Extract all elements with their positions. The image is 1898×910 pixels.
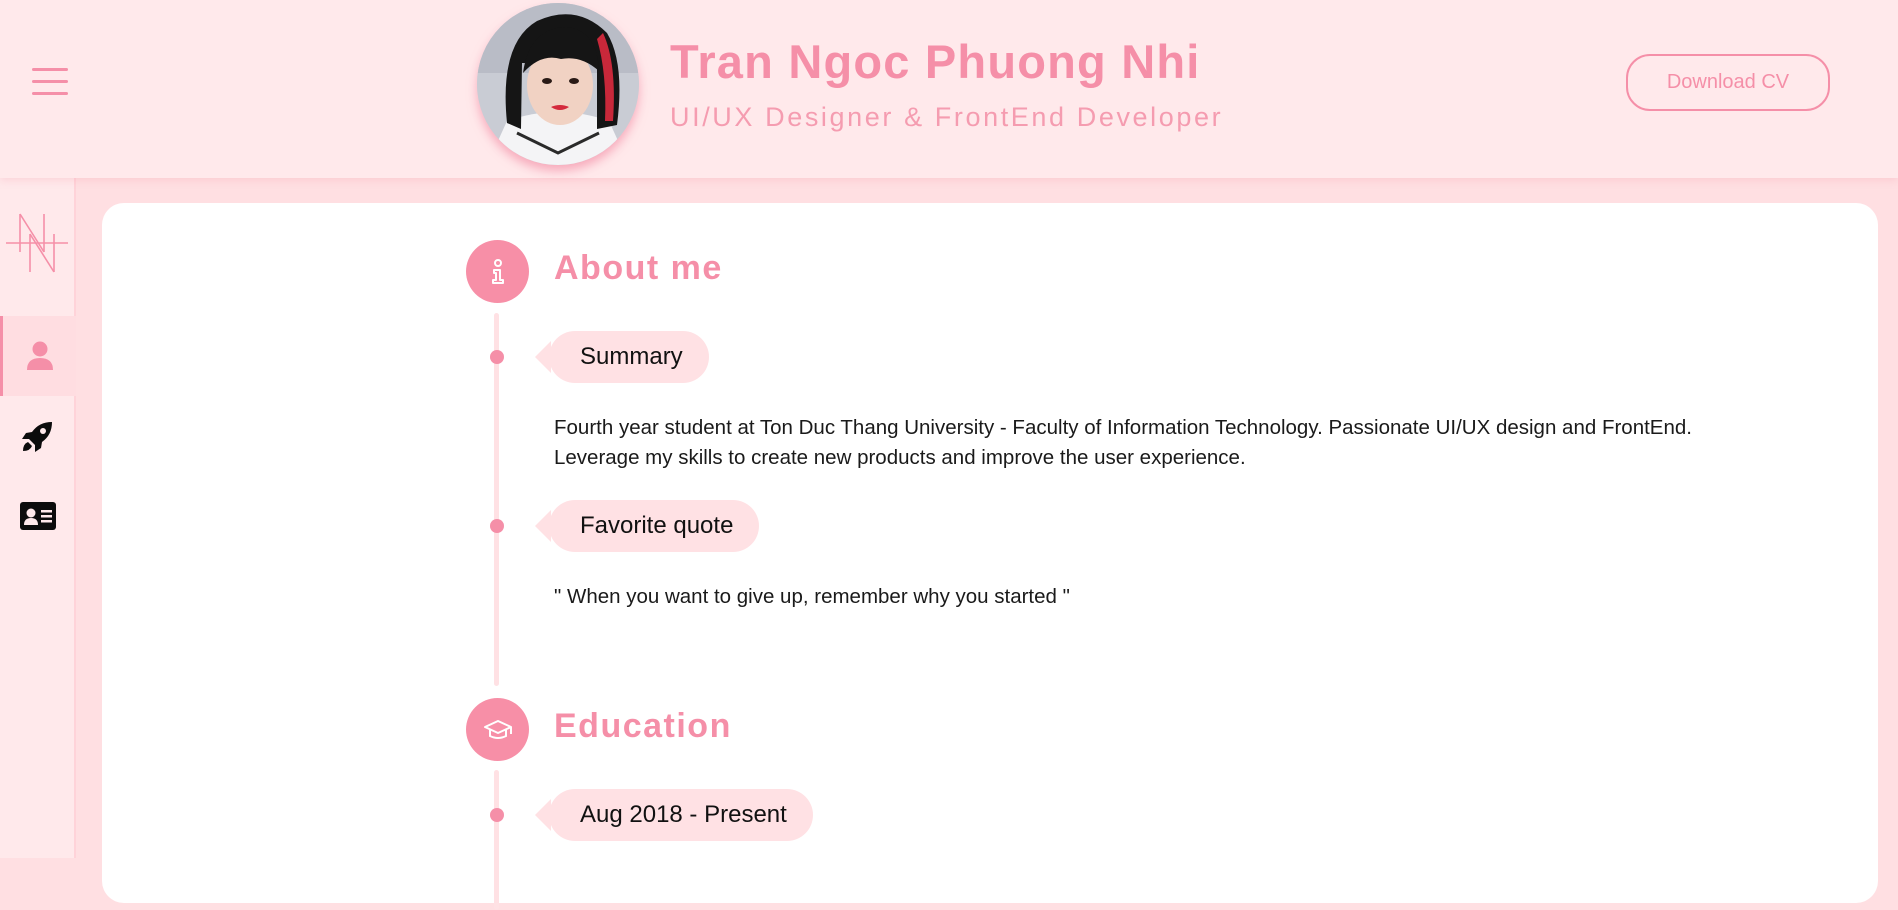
sidebar — [0, 178, 76, 858]
profile-role: UI/UX Designer & FrontEnd Developer — [670, 102, 1224, 132]
quote-text: " When you want to give up, remember why… — [554, 585, 1070, 608]
info-icon — [466, 240, 529, 303]
timeline-dot — [490, 808, 504, 822]
profile-photo — [477, 3, 639, 165]
avatar — [477, 3, 639, 165]
education-period-tag: Aug 2018 - Present — [549, 789, 813, 841]
sidebar-item-projects[interactable] — [0, 396, 76, 476]
timeline-dot — [490, 350, 504, 364]
summary-tag: Summary — [549, 331, 709, 383]
section-title-about: About me — [554, 249, 723, 287]
section-title-education: Education — [554, 707, 732, 745]
sidebar-item-contact[interactable] — [0, 476, 76, 556]
header: Tran Ngoc Phuong Nhi UI/UX Designer & Fr… — [0, 0, 1898, 178]
profile-name: Tran Ngoc Phuong Nhi — [670, 35, 1201, 88]
favorite-quote-tag: Favorite quote — [549, 500, 760, 552]
download-cv-button[interactable]: Download CV — [1626, 54, 1830, 111]
timeline-dot — [490, 519, 504, 533]
graduation-cap-icon — [466, 698, 529, 761]
timeline-line — [494, 313, 499, 686]
resume-card: About me Summary Fourth year student at … — [102, 203, 1878, 910]
hamburger-menu-icon[interactable] — [32, 66, 68, 96]
summary-text: Fourth year student at Ton Duc Thang Uni… — [554, 416, 1692, 469]
id-card-icon — [20, 502, 56, 530]
logo-icon — [6, 213, 68, 273]
user-icon — [26, 341, 53, 370]
timeline-line — [494, 770, 499, 910]
sidebar-item-about[interactable] — [0, 316, 76, 396]
rocket-icon — [22, 422, 52, 452]
